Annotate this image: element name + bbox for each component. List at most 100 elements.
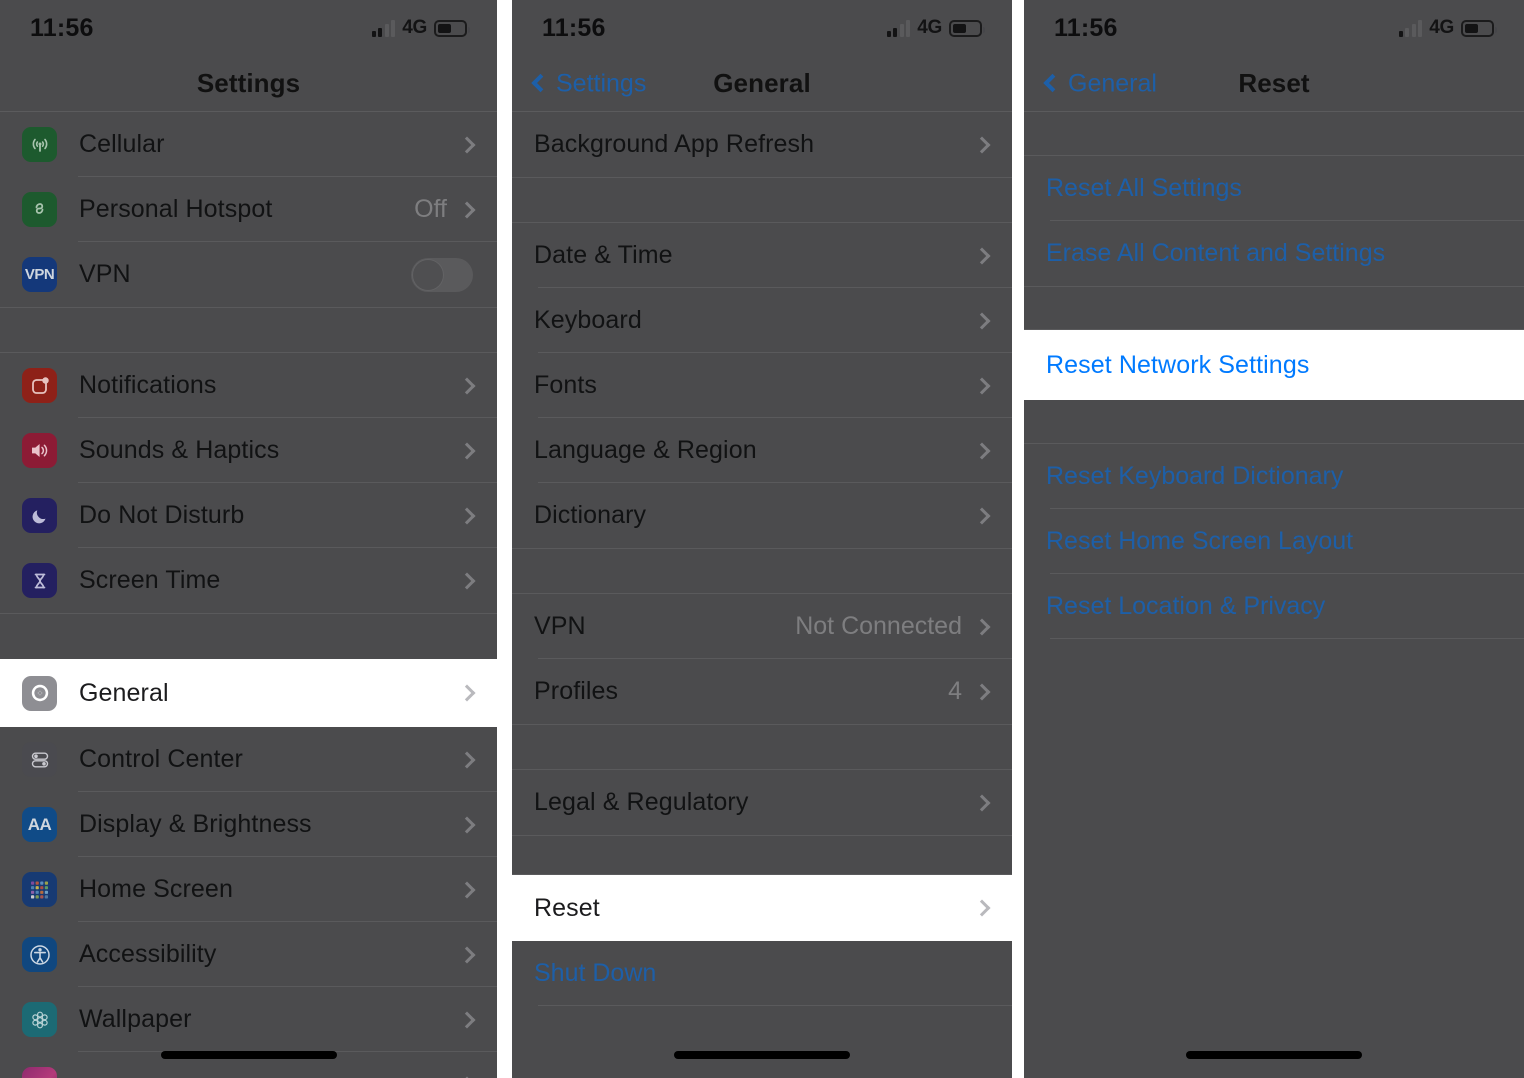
back-button-label: General: [1068, 69, 1157, 97]
general-row-date-time[interactable]: Date & Time: [512, 223, 1012, 288]
status-clock: 11:56: [1054, 13, 1118, 42]
general-row-legal-regulatory[interactable]: Legal & Regulatory: [512, 770, 1012, 835]
back-button-general[interactable]: General: [1043, 69, 1157, 98]
chevron-left-icon: [1043, 73, 1062, 93]
general-row-label: Legal & Regulatory: [534, 788, 749, 816]
chevron-right-icon: [973, 618, 991, 635]
general-row-vpn[interactable]: VPN Not Connected: [512, 594, 1012, 659]
chevron-right-icon: [458, 751, 476, 768]
settings-row-display-brightness[interactable]: AA Display & Brightness: [0, 792, 497, 857]
settings-row-vpn[interactable]: VPN VPN: [0, 242, 497, 307]
status-indicators: 4G: [371, 17, 470, 39]
status-clock: 11:56: [30, 13, 94, 42]
general-row-value: Not Connected: [795, 612, 962, 640]
settings-row-do-not-disturb[interactable]: Do Not Disturb: [0, 483, 497, 548]
page-title: Reset: [1238, 68, 1310, 98]
status-clock: 11:56: [542, 13, 606, 42]
reset-row-reset-location-privacy[interactable]: Reset Location & Privacy: [1024, 574, 1524, 639]
network-type-label: 4G: [402, 17, 427, 38]
settings-row-notifications[interactable]: Notifications: [0, 353, 497, 418]
status-bar-panel2: 11:56 4G: [512, 0, 1012, 56]
settings-row-accessibility[interactable]: Accessibility: [0, 922, 497, 987]
general-row-label: Keyboard: [534, 306, 642, 334]
chevron-right-icon: [458, 684, 476, 702]
notifications-icon: [22, 368, 57, 403]
reset-row-reset-keyboard-dictionary[interactable]: Reset Keyboard Dictionary: [1024, 444, 1524, 509]
vpn-icon: VPN: [22, 257, 57, 292]
nav-bar-panel1: Settings: [0, 56, 497, 112]
sounds-icon: [22, 433, 57, 468]
settings-row-wallpaper[interactable]: Wallpaper: [0, 987, 497, 1052]
battery-icon: [1461, 19, 1497, 37]
general-group-locale: Date & Time Keyboard Fonts Language & Re…: [512, 223, 1012, 548]
general-gear-icon: [22, 675, 57, 711]
vpn-toggle[interactable]: [411, 257, 473, 292]
reset-group-secondary: Reset Keyboard Dictionary Reset Home Scr…: [1024, 444, 1524, 639]
group-spacer: [0, 307, 497, 353]
home-indicator-panel1[interactable]: [160, 1051, 337, 1059]
reset-row-label: Erase All Content and Settings: [1046, 239, 1386, 267]
group-spacer: [1024, 400, 1524, 444]
general-row-label: Reset: [534, 893, 600, 922]
reset-row-label: Reset Home Screen Layout: [1046, 527, 1354, 555]
general-row-shut-down[interactable]: Shut Down: [512, 941, 1012, 1006]
reset-group-primary: Reset All Settings Erase All Content and…: [1024, 156, 1524, 286]
back-button-settings[interactable]: Settings: [531, 69, 646, 98]
settings-row-personal-hotspot[interactable]: Personal Hotspot Off: [0, 177, 497, 242]
group-spacer: [1024, 112, 1524, 156]
settings-row-label: Do Not Disturb: [79, 501, 245, 529]
settings-row-control-center[interactable]: Control Center: [0, 727, 497, 792]
accessibility-icon: [22, 937, 57, 972]
chevron-right-icon: [973, 683, 991, 700]
settings-row-label: General: [79, 678, 169, 707]
reset-row-label: Reset Location & Privacy: [1046, 592, 1326, 620]
general-row-reset[interactable]: Reset: [512, 875, 1012, 941]
signal-bars-icon: [371, 19, 396, 37]
chevron-right-icon: [458, 377, 476, 394]
chevron-right-icon: [458, 442, 476, 459]
general-row-label: Date & Time: [534, 241, 673, 269]
reset-row-reset-all-settings[interactable]: Reset All Settings: [1024, 156, 1524, 221]
settings-row-home-screen[interactable]: Home Screen: [0, 857, 497, 922]
chevron-right-icon: [973, 312, 991, 329]
settings-row-label: Cellular: [79, 130, 165, 158]
settings-row-label: VPN: [79, 260, 131, 288]
chevron-right-icon: [458, 881, 476, 898]
settings-row-cellular[interactable]: Cellular: [0, 112, 497, 177]
general-group-legal: Legal & Regulatory: [512, 770, 1012, 835]
reset-row-reset-home-screen-layout[interactable]: Reset Home Screen Layout: [1024, 509, 1524, 574]
settings-group-notifications: Notifications Sounds & Haptics Do Not Di…: [0, 353, 497, 613]
chevron-right-icon: [458, 816, 476, 833]
general-row-label: VPN: [534, 612, 586, 640]
group-spacer: [512, 724, 1012, 770]
general-row-keyboard[interactable]: Keyboard: [512, 288, 1012, 353]
settings-row-label: Notifications: [79, 371, 217, 399]
phone-panel-reset: 11:56 4G General Reset Reset All Setting…: [1024, 0, 1524, 1078]
home-indicator-panel3[interactable]: [1186, 1051, 1362, 1059]
reset-row-erase-all-content[interactable]: Erase All Content and Settings: [1024, 221, 1524, 286]
home-indicator-panel2[interactable]: [674, 1051, 850, 1059]
settings-group-general: General Control Center AA Display & Brig: [0, 659, 497, 1078]
settings-row-general[interactable]: General: [0, 659, 497, 727]
phone-panel-general: 11:56 4G Settings General Background App…: [512, 0, 1012, 1078]
homescreen-icon: [22, 872, 57, 907]
page-title: Settings: [196, 68, 301, 98]
settings-row-value: Off: [414, 195, 447, 223]
siri-icon: [22, 1067, 57, 1078]
status-bar-panel3: 11:56 4G: [1024, 0, 1524, 56]
general-row-label: Fonts: [534, 371, 598, 399]
general-row-language-region[interactable]: Language & Region: [512, 418, 1012, 483]
general-row-dictionary[interactable]: Dictionary: [512, 483, 1012, 548]
general-row-profiles[interactable]: Profiles 4: [512, 659, 1012, 724]
settings-row-label: Personal Hotspot: [79, 195, 273, 223]
settings-row-sounds-haptics[interactable]: Sounds & Haptics: [0, 418, 497, 483]
group-spacer: [1024, 286, 1524, 330]
general-row-value: 4: [948, 677, 962, 705]
reset-row-reset-network-settings[interactable]: Reset Network Settings: [1024, 330, 1524, 400]
general-row-fonts[interactable]: Fonts: [512, 353, 1012, 418]
dnd-icon: [22, 498, 57, 533]
general-row-label: Shut Down: [534, 959, 657, 987]
settings-row-screen-time[interactable]: Screen Time: [0, 548, 497, 613]
general-row-background-app-refresh[interactable]: Background App Refresh: [512, 112, 1012, 177]
group-spacer: [512, 177, 1012, 223]
